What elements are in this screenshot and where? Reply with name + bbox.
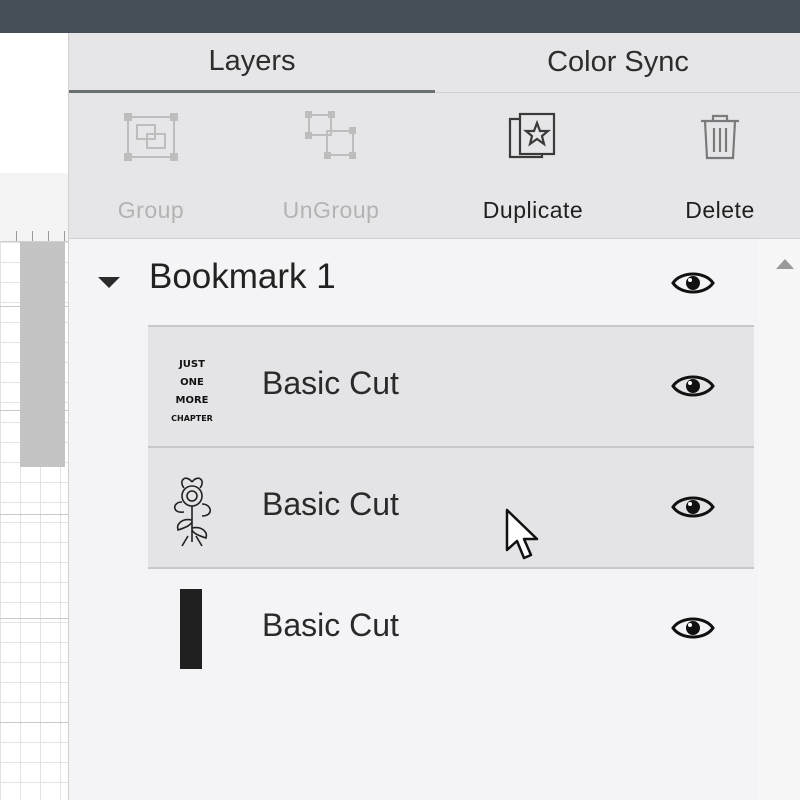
scroll-up-arrow-icon[interactable] — [776, 259, 794, 269]
eye-icon[interactable] — [671, 493, 715, 521]
layer-name: Basic Cut — [262, 486, 399, 522]
eye-icon[interactable] — [671, 372, 715, 400]
duplicate-button[interactable]: Duplicate — [443, 93, 623, 238]
delete-label: Delete — [685, 197, 755, 223]
layer-row[interactable]: Basic Cut — [148, 567, 754, 688]
layers-toolbar: Group UnGroup Duplicate Delete — [69, 93, 800, 239]
layer-name: Basic Cut — [262, 365, 399, 401]
duplicate-label: Duplicate — [482, 197, 584, 223]
layer-group-row[interactable]: Bookmark 1 — [69, 239, 759, 325]
thumb-text-line: CHAPTER — [171, 414, 213, 423]
thumb-text-line: ONE — [180, 377, 204, 388]
ungroup-button[interactable]: UnGroup — [241, 93, 421, 238]
eye-icon[interactable] — [671, 269, 715, 297]
thumb-text-line: JUST — [178, 359, 205, 370]
top-bar — [0, 0, 800, 33]
horizontal-ruler — [0, 173, 68, 242]
group-label: Group — [117, 197, 185, 223]
canvas-scrollbar-thumb[interactable] — [20, 242, 65, 467]
ungroup-icon — [301, 107, 361, 167]
layers-scrollbar[interactable] — [759, 239, 800, 800]
text-design-thumbnail: JUST ONE MORE CHAPTER — [162, 341, 222, 433]
design-canvas[interactable] — [0, 33, 68, 800]
black-rectangle-thumbnail — [162, 583, 222, 675]
layers-panel: Layers Color Sync Group UnGroup Duplicat… — [68, 33, 800, 800]
layer-row[interactable]: Basic Cut — [148, 446, 754, 567]
tab-layers[interactable]: Layers — [69, 33, 435, 93]
panel-tabs: Layers Color Sync — [69, 33, 800, 93]
group-button[interactable]: Group — [61, 93, 241, 238]
layers-list: Bookmark 1 JUST ONE MORE CHAPTER Basic C… — [69, 239, 759, 800]
trash-icon — [690, 107, 750, 167]
ungroup-label: UnGroup — [282, 197, 380, 223]
canvas-blank-area — [0, 33, 68, 174]
group-icon — [121, 107, 181, 167]
layer-row[interactable]: JUST ONE MORE CHAPTER Basic Cut — [148, 325, 754, 446]
eye-icon[interactable] — [671, 614, 715, 642]
floral-design-thumbnail — [162, 462, 222, 554]
layer-name: Basic Cut — [262, 607, 399, 643]
tab-color-sync[interactable]: Color Sync — [435, 33, 800, 93]
delete-button[interactable]: Delete — [630, 93, 800, 238]
thumb-text-line: MORE — [176, 395, 209, 406]
layer-group-name: Bookmark 1 — [149, 257, 336, 296]
duplicate-icon — [503, 107, 563, 167]
caret-down-icon[interactable] — [98, 277, 120, 288]
